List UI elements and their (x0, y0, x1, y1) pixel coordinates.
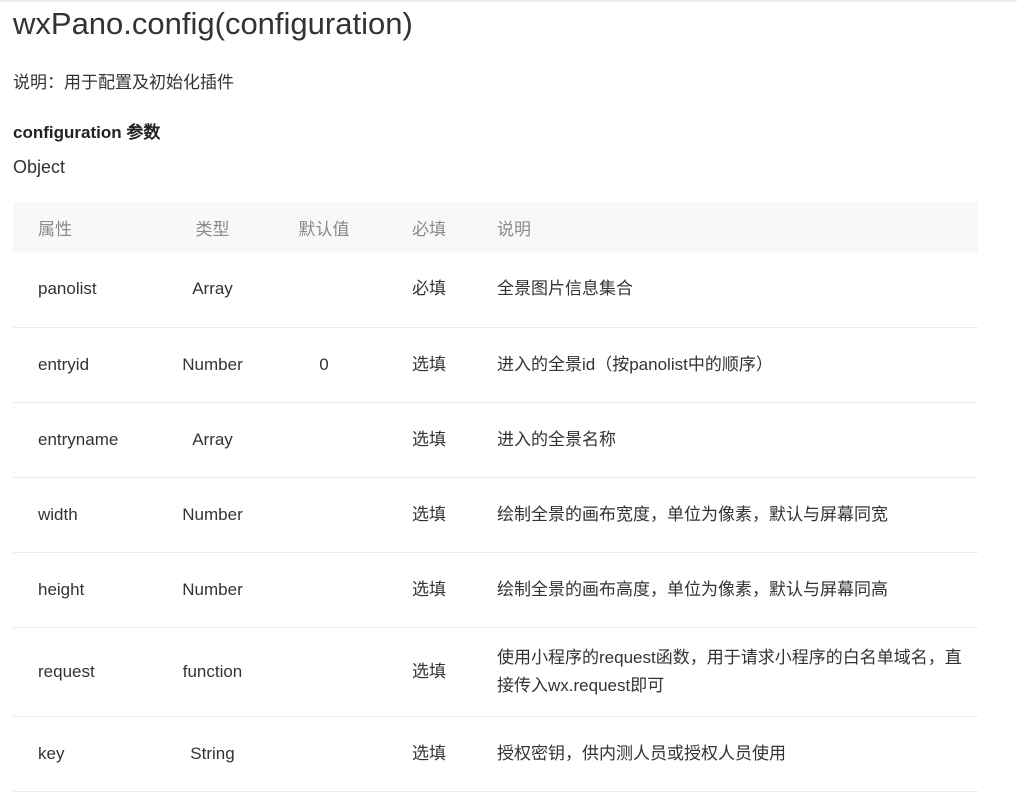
row-name: request (38, 661, 95, 681)
row-name: height (38, 579, 85, 599)
row-required: 选填 (412, 354, 446, 374)
row-required: 选填 (412, 429, 446, 449)
doc-content: wxPano.config(configuration) 说明：用于配置及初始化… (13, 0, 978, 792)
page-title: wxPano.config(configuration) (13, 6, 413, 41)
row-type: function (182, 661, 243, 681)
row-description: 全景图片信息集合 (497, 279, 633, 299)
row-type: Array (192, 429, 233, 449)
row-required: 选填 (412, 743, 446, 763)
row-default (275, 402, 373, 477)
method-description: 说明：用于配置及初始化插件 (13, 73, 234, 92)
table-row: request function 选填 使用小程序的request函数，用于请求… (13, 627, 978, 716)
table-row: entryid Number 0 选填 进入的全景id（按panolist中的顺… (13, 327, 978, 402)
row-type: Number (182, 504, 243, 524)
row-required: 必填 (412, 279, 446, 299)
row-default (275, 716, 373, 791)
row-type: String (190, 743, 235, 763)
row-description: 进入的全景名称 (497, 429, 616, 449)
params-table-body: panolist Array 必填 全景图片信息集合 entryid Numbe… (13, 252, 978, 791)
row-name: key (38, 743, 65, 763)
params-table-header: 属性 类型 默认值 必填 说明 (13, 202, 978, 252)
header-name: 属性 (38, 219, 72, 239)
row-type: Number (182, 579, 243, 599)
params-type: Object (13, 157, 66, 177)
row-name: entryname (38, 429, 119, 449)
row-description: 进入的全景id（按panolist中的顺序） (497, 354, 773, 374)
row-default (275, 627, 373, 716)
header-default: 默认值 (298, 219, 350, 239)
header-description: 说明 (497, 219, 531, 239)
header-row: 属性 类型 默认值 必填 说明 (13, 202, 978, 252)
header-required: 必填 (412, 219, 446, 239)
table-row: entryname Array 选填 进入的全景名称 (13, 402, 978, 477)
row-required: 选填 (412, 661, 446, 681)
table-row: panolist Array 必填 全景图片信息集合 (13, 252, 978, 327)
params-table: 属性 类型 默认值 必填 说明 panolist Array 必填 全景图片信息… (13, 202, 978, 792)
row-description: 绘制全景的画布宽度，单位为像素，默认与屏幕同宽 (497, 504, 888, 524)
row-required: 选填 (412, 579, 446, 599)
header-type: 类型 (195, 219, 230, 239)
row-name: entryid (38, 354, 90, 374)
row-name: panolist (38, 279, 97, 299)
row-description: 使用小程序的request函数，用于请求小程序的白名单域名，直接传入wx.req… (497, 647, 962, 695)
row-default (275, 552, 373, 627)
row-type: Array (192, 279, 233, 299)
row-description: 授权密钥，供内测人员或授权人员使用 (497, 743, 786, 763)
table-row: height Number 选填 绘制全景的画布高度，单位为像素，默认与屏幕同高 (13, 552, 978, 627)
table-row: width Number 选填 绘制全景的画布宽度，单位为像素，默认与屏幕同宽 (13, 477, 978, 552)
row-type: Number (182, 354, 243, 374)
row-default: 0 (319, 354, 329, 374)
row-required: 选填 (412, 504, 446, 524)
row-default (275, 477, 373, 552)
table-row: key String 选填 授权密钥，供内测人员或授权人员使用 (13, 716, 978, 791)
row-name: width (38, 504, 78, 524)
params-heading: configuration 参数 (13, 123, 161, 142)
row-default (275, 252, 373, 327)
row-description: 绘制全景的画布高度，单位为像素，默认与屏幕同高 (497, 579, 888, 599)
